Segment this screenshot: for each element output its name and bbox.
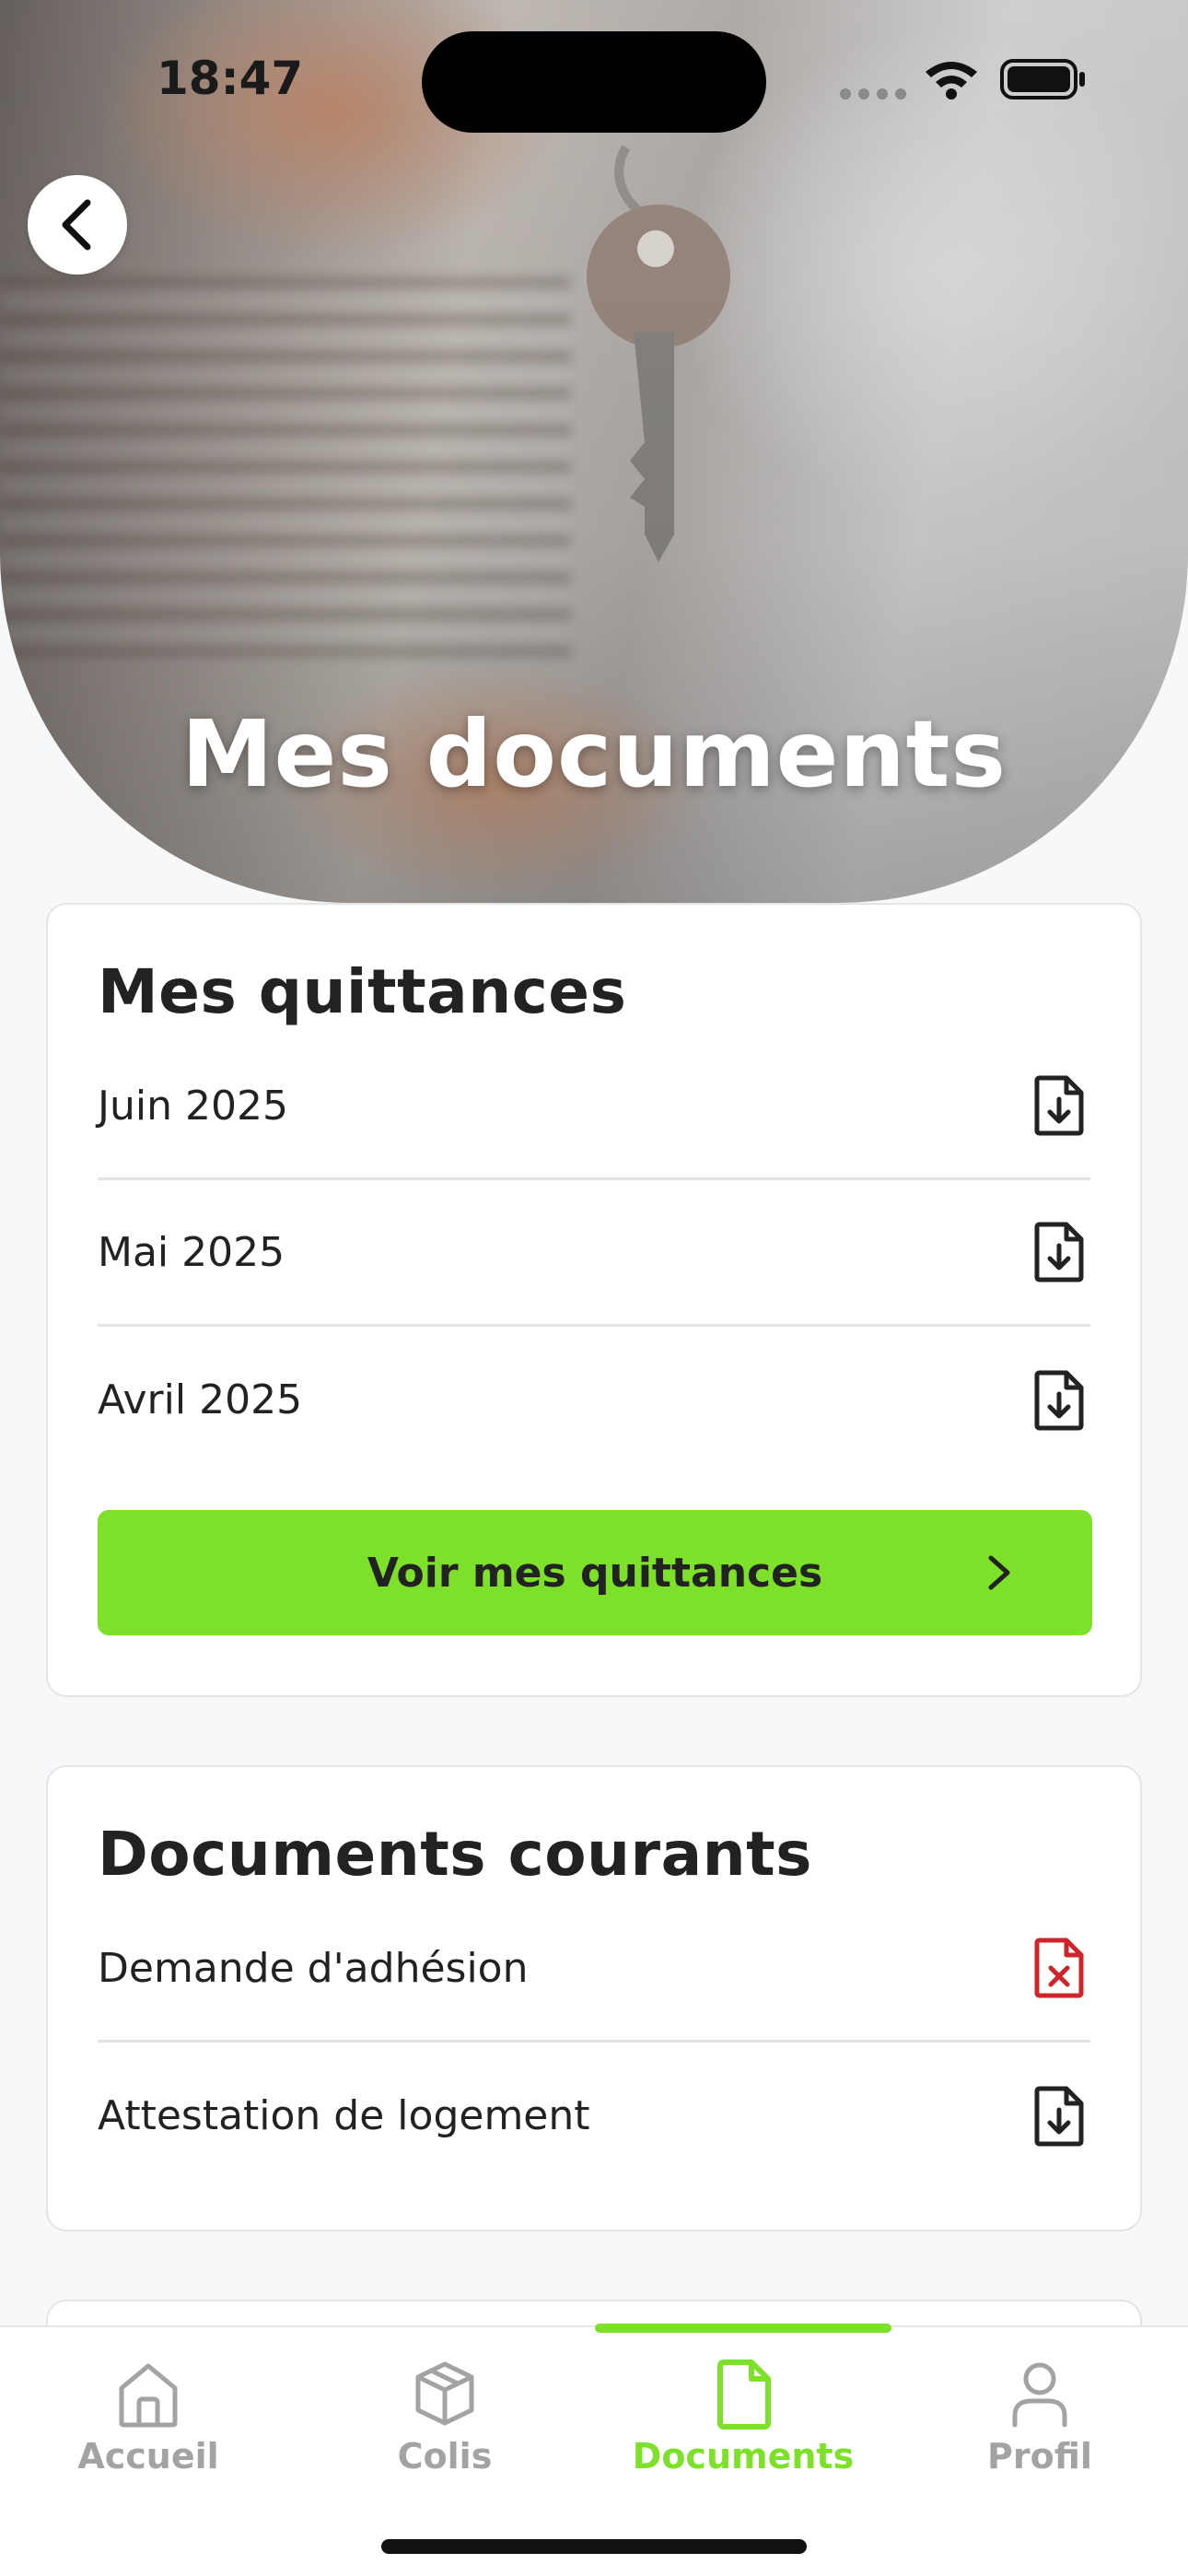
tab-label: Documents <box>632 2436 855 2476</box>
hero-image: Mes documents <box>0 0 1188 903</box>
tab-accueil[interactable]: Accueil <box>0 2346 297 2493</box>
tab-label: Colis <box>397 2436 493 2476</box>
documents-courants-card: Documents courants Demande d'adhésion At… <box>46 1765 1142 2231</box>
tab-colis[interactable]: Colis <box>297 2346 593 2493</box>
chevron-left-icon <box>62 199 91 251</box>
file-download-icon[interactable] <box>1031 2086 1087 2147</box>
quittance-row-juin[interactable]: Juin 2025 <box>98 1034 1090 1180</box>
file-download-icon[interactable] <box>1031 1075 1087 1136</box>
user-icon <box>1012 2362 1067 2428</box>
document-row-adhesion[interactable]: Demande d'adhésion <box>98 1896 1090 2043</box>
back-button[interactable] <box>28 175 127 275</box>
status-icons <box>840 59 1085 100</box>
voir-quittances-label: Voir mes quittances <box>367 1549 823 1597</box>
file-error-icon[interactable] <box>1031 1938 1087 1998</box>
voir-quittances-button[interactable]: Voir mes quittances <box>98 1510 1092 1635</box>
tab-label: Profil <box>987 2436 1092 2476</box>
file-download-icon[interactable] <box>1031 1222 1087 1282</box>
quittance-label: Juin 2025 <box>98 1082 288 1130</box>
quittance-row-mai[interactable]: Mai 2025 <box>98 1180 1090 1327</box>
document-label: Attestation de logement <box>98 2092 590 2139</box>
documents-courants-title: Documents courants <box>98 1819 812 1890</box>
dynamic-island <box>422 31 766 133</box>
signal-icon <box>840 88 906 100</box>
status-time: 18:47 <box>157 52 304 105</box>
home-icon <box>119 2363 178 2428</box>
documents-screen: Mes documents 18:47 Mes quittances Juin … <box>0 0 1188 2576</box>
document-icon <box>717 2359 771 2430</box>
document-label: Demande d'adhésion <box>98 1944 529 1992</box>
quittance-label: Avril 2025 <box>98 1376 303 1423</box>
home-indicator <box>381 2539 807 2554</box>
quittances-card: Mes quittances Juin 2025 Mai 2025 Avril … <box>46 903 1142 1697</box>
battery-icon <box>1000 59 1085 100</box>
document-row-attestation[interactable]: Attestation de logement <box>98 2043 1090 2189</box>
tab-profil[interactable]: Profil <box>891 2346 1188 2493</box>
quittances-title: Mes quittances <box>98 956 627 1027</box>
wifi-icon <box>926 62 977 100</box>
package-icon <box>415 2361 474 2426</box>
quittance-row-avril[interactable]: Avril 2025 <box>98 1327 1090 1473</box>
tab-label: Accueil <box>77 2436 219 2476</box>
page-title: Mes documents <box>181 700 1007 808</box>
chevron-right-icon <box>988 1555 1010 1590</box>
active-tab-indicator <box>595 2324 891 2333</box>
quittance-label: Mai 2025 <box>98 1228 285 1276</box>
tab-documents[interactable]: Documents <box>595 2346 891 2493</box>
file-download-icon[interactable] <box>1031 1370 1087 1431</box>
